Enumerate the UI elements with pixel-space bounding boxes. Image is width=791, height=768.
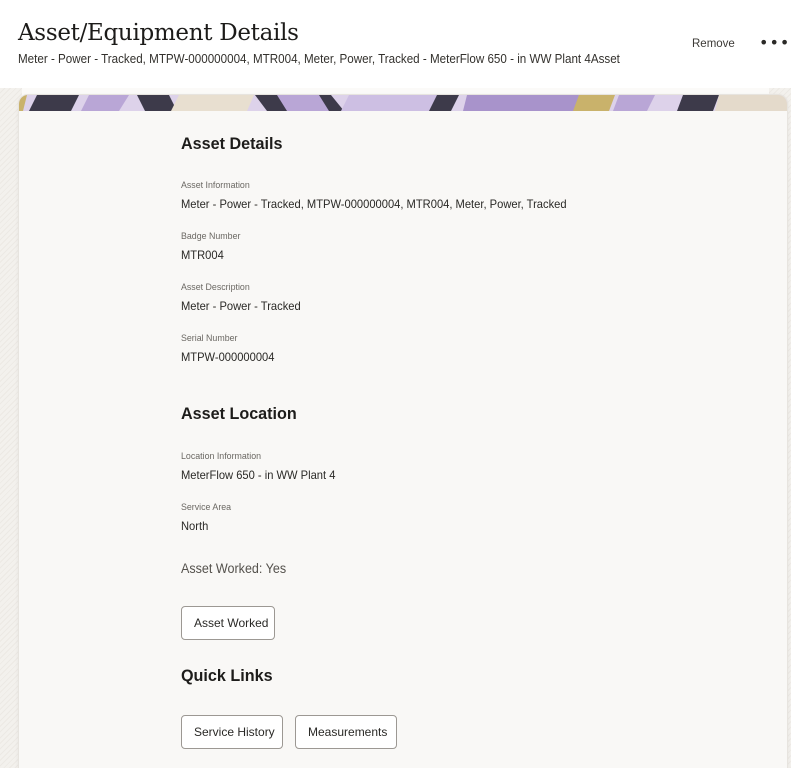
badge-number-value: MTR004: [181, 248, 224, 262]
banner-shape-13: [677, 95, 719, 111]
banner-shape-10: [463, 95, 579, 111]
banner-shape-8: [341, 95, 439, 111]
location-information-label: Location Information: [181, 451, 262, 462]
badge-number-label: Badge Number: [181, 231, 241, 242]
service-history-button[interactable]: Service History: [181, 715, 283, 749]
service-area-label: Service Area: [181, 502, 232, 513]
banner-shape-11: [573, 95, 615, 111]
serial-number-value: MTPW-000000004: [181, 350, 275, 364]
asset-location-heading: Asset Location: [181, 404, 297, 423]
more-options-icon[interactable]: •••: [759, 30, 789, 54]
serial-number-label: Serial Number: [181, 333, 238, 344]
asset-information-value: Meter - Power - Tracked, MTPW-000000004,…: [181, 197, 567, 211]
location-information-value: MeterFlow 650 - in WW Plant 4: [181, 468, 336, 482]
details-card: Asset Details Asset Information Meter - …: [18, 94, 788, 768]
remove-button[interactable]: Remove: [692, 38, 735, 50]
banner-shape-5: [171, 95, 254, 111]
asset-description-label: Asset Description: [181, 282, 250, 293]
page-subtitle: Meter - Power - Tracked, MTPW-000000004,…: [18, 52, 620, 66]
banner-shape-14: [715, 95, 787, 111]
banner-shape-2: [29, 95, 79, 111]
service-area-value: North: [181, 519, 209, 533]
asset-details-heading: Asset Details: [181, 134, 283, 153]
page-header: Asset/Equipment Details Meter - Power - …: [0, 0, 791, 88]
page-title: Asset/Equipment Details: [18, 20, 299, 46]
quick-links-heading: Quick Links: [181, 666, 273, 685]
measurements-button[interactable]: Measurements: [295, 715, 397, 749]
asset-details-page: Asset/Equipment Details Meter - Power - …: [0, 0, 791, 768]
asset-worked-button[interactable]: Asset Worked: [181, 606, 275, 640]
decorative-banner: [19, 95, 787, 111]
asset-information-label: Asset Information: [181, 180, 250, 191]
asset-worked-status: Asset Worked: Yes: [181, 561, 287, 576]
asset-description-value: Meter - Power - Tracked: [181, 299, 301, 313]
